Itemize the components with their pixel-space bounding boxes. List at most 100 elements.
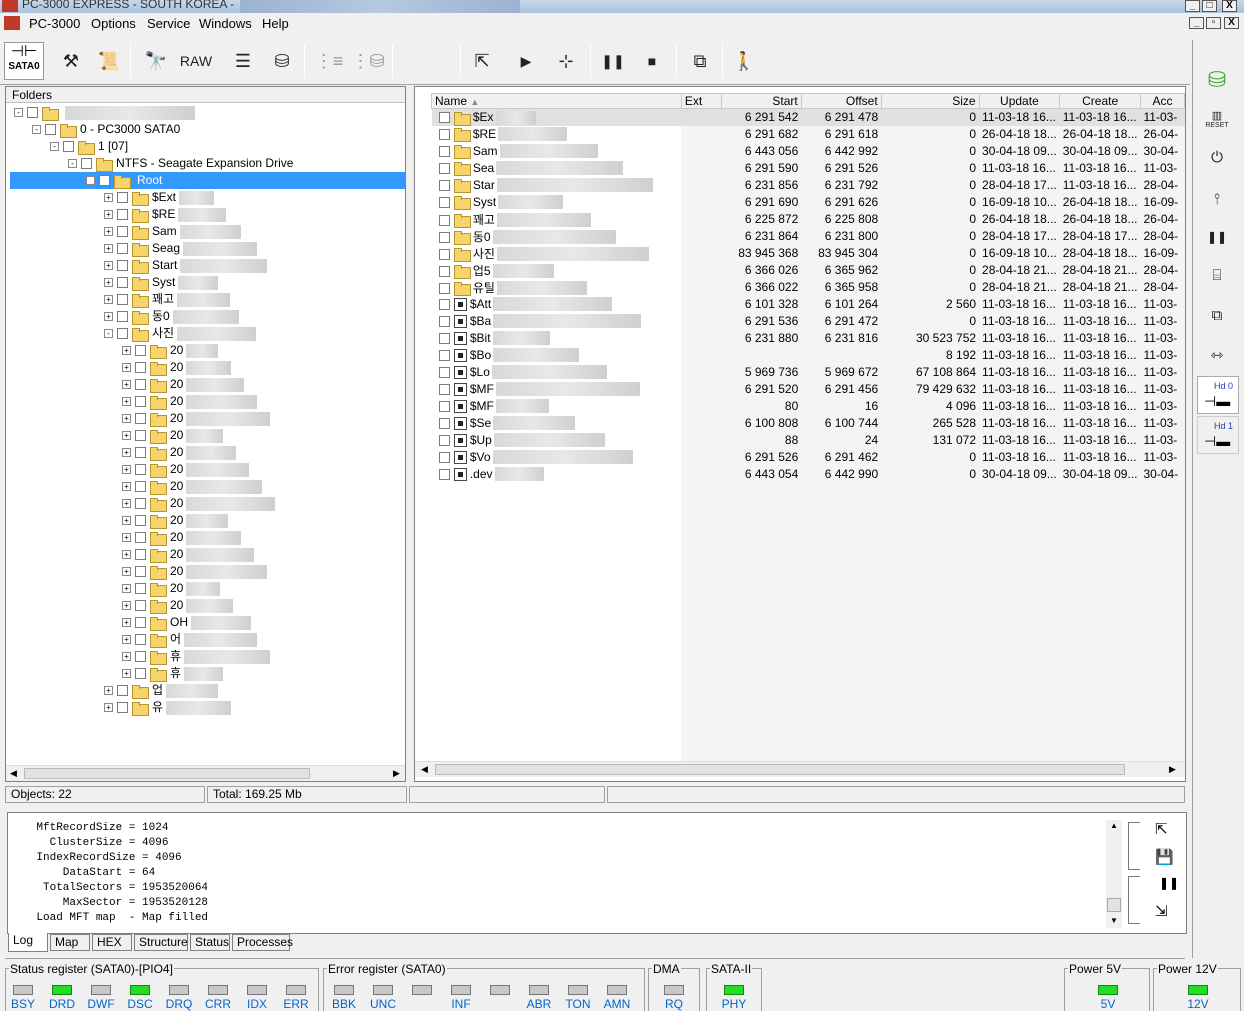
port-button[interactable]: ⊣⊢ SATA0 xyxy=(4,42,44,80)
tree-icon[interactable]: ⋮≡ xyxy=(311,44,347,78)
tab-status[interactable]: Status xyxy=(190,934,230,951)
expand-icon[interactable]: + xyxy=(122,567,131,577)
power-off-icon[interactable]: ⏻ xyxy=(1200,142,1234,172)
pause-icon[interactable]: ❚❚ xyxy=(595,44,631,78)
tree-node[interactable]: - xyxy=(10,104,405,121)
expand-icon[interactable]: + xyxy=(122,397,131,407)
table-row[interactable]: $MF 80 16 4 096 11-03-18 16... 11-03-18 16...… xyxy=(432,398,1185,415)
tree-node[interactable]: +20 xyxy=(10,461,405,478)
col-acc[interactable]: Acc xyxy=(1139,93,1185,109)
tree-checkbox[interactable] xyxy=(117,260,128,272)
menu-service[interactable]: Service xyxy=(147,16,190,31)
table-row[interactable]: $Up 88 24 131 072 11-03-18 16... 11-03-18 16.… xyxy=(432,432,1185,449)
row-checkbox[interactable] xyxy=(438,179,450,191)
expand-icon[interactable]: + xyxy=(122,635,131,645)
tree-checkbox[interactable] xyxy=(135,566,146,578)
table-row[interactable]: 꽤고 6 225 872 6 225 808 0 26-04-18 18... 26-04… xyxy=(432,211,1185,228)
row-checkbox[interactable] xyxy=(438,112,450,124)
tools-icon[interactable]: ⚒ xyxy=(53,44,89,78)
row-checkbox[interactable] xyxy=(438,231,450,243)
tree-checkbox[interactable] xyxy=(135,430,146,442)
tree-checkbox[interactable] xyxy=(135,481,146,493)
table-row[interactable]: .dev 6 443 054 6 442 990 0 30-04-18 09... 30-… xyxy=(432,466,1185,483)
raw-button[interactable]: RAW xyxy=(176,44,216,78)
row-checkbox[interactable] xyxy=(438,417,450,429)
expand-icon[interactable]: + xyxy=(122,380,131,390)
expand-icon[interactable]: + xyxy=(122,431,131,441)
tree-checkbox[interactable] xyxy=(135,532,146,544)
table-row[interactable]: 동0 6 231 864 6 231 800 0 28-04-18 17... 28-04… xyxy=(432,228,1185,245)
tree-checkbox[interactable] xyxy=(135,651,146,663)
tree-checkbox[interactable] xyxy=(135,464,146,476)
table-row[interactable]: Syst 6 291 690 6 291 626 0 16-09-18 10... 26-… xyxy=(432,194,1185,211)
expand-icon[interactable]: + xyxy=(122,363,131,373)
tree-node[interactable]: + $RE xyxy=(10,206,405,223)
app-menu-icon[interactable] xyxy=(4,16,20,30)
child-close-button[interactable]: X xyxy=(1224,17,1239,29)
tree-checkbox[interactable] xyxy=(27,107,38,119)
row-checkbox[interactable] xyxy=(438,315,450,327)
tree-node[interactable]: +20 xyxy=(10,529,405,546)
tree-node[interactable]: + Seag xyxy=(10,240,405,257)
tree-node[interactable]: +20 xyxy=(10,393,405,410)
table-row[interactable]: $RE 6 291 682 6 291 618 0 26-04-18 18... 26-0… xyxy=(432,126,1185,143)
row-checkbox[interactable] xyxy=(438,248,450,260)
tree-checkbox[interactable] xyxy=(135,396,146,408)
expand-icon[interactable]: + xyxy=(104,295,113,305)
scroll-right-icon[interactable]: ▶ xyxy=(1169,764,1176,775)
tree-checkbox[interactable] xyxy=(135,413,146,425)
tree-node[interactable]: - 0 - PC3000 SATA0 xyxy=(10,121,405,138)
menu-pc3000[interactable]: PC-3000 xyxy=(29,16,80,31)
scroll-right-icon[interactable]: ▶ xyxy=(393,768,400,779)
tree-node[interactable]: +20 xyxy=(10,359,405,376)
tree-node[interactable]: + OH xyxy=(10,614,405,631)
row-checkbox[interactable] xyxy=(438,265,450,277)
scroll-thumb[interactable] xyxy=(435,764,1125,775)
col-start[interactable]: Start xyxy=(720,93,802,109)
tree-node[interactable]: +20 xyxy=(10,546,405,563)
tree-node[interactable]: - NTFS - Seagate Expansion Drive xyxy=(10,155,405,172)
expand-icon[interactable]: + xyxy=(104,261,113,271)
pause-icon[interactable]: ❚❚ xyxy=(1200,222,1234,252)
expand-icon[interactable]: + xyxy=(104,244,113,254)
tree-checkbox[interactable] xyxy=(135,617,146,629)
tree-node[interactable]: + $Ext xyxy=(10,189,405,206)
menu-windows[interactable]: Windows xyxy=(199,16,252,31)
expand-icon[interactable]: + xyxy=(104,686,113,696)
table-row[interactable]: $Bit 6 231 880 6 231 816 30 523 752 11-03-18… xyxy=(432,330,1185,347)
expand-icon[interactable]: + xyxy=(122,669,131,679)
cable-icon[interactable]: ⇿ xyxy=(1200,340,1234,370)
stack-icon[interactable]: ☰ xyxy=(225,44,261,78)
tab-hex[interactable]: HEX xyxy=(92,934,132,951)
tree-node[interactable]: - 사진 xyxy=(10,325,405,342)
col-ext[interactable]: Ext xyxy=(680,93,722,109)
tree-node[interactable]: +20 xyxy=(10,427,405,444)
network-icon[interactable]: ⊹ xyxy=(548,44,584,78)
table-row[interactable]: $Ex 6 291 542 6 291 478 0 11-03-18 16... 11-0… xyxy=(431,108,1185,126)
tree-checkbox[interactable] xyxy=(63,141,74,153)
log-export-icon[interactable]: ⇲ xyxy=(1155,902,1168,920)
table-row[interactable]: 사진 83 945 368 83 945 304 0 16-09-18 10... 28-… xyxy=(432,245,1185,262)
expand-icon[interactable]: + xyxy=(122,414,131,424)
row-checkbox[interactable] xyxy=(438,162,450,174)
collapse-icon[interactable]: - xyxy=(86,176,95,186)
col-offset[interactable]: Offset xyxy=(800,93,882,109)
export-icon[interactable]: ⇱ xyxy=(464,44,500,78)
col-update[interactable]: Update xyxy=(978,93,1061,109)
row-checkbox[interactable] xyxy=(438,366,450,378)
tree-node[interactable]: +20 xyxy=(10,563,405,580)
table-row[interactable]: Star 6 231 856 6 231 792 0 28-04-18 17... 11-… xyxy=(432,177,1185,194)
tree-node[interactable]: + Syst xyxy=(10,274,405,291)
tree-node[interactable]: +20 xyxy=(10,580,405,597)
tree-node[interactable]: + 휴 xyxy=(10,648,405,665)
tree-checkbox[interactable] xyxy=(135,447,146,459)
table-row[interactable]: $Vo 6 291 526 6 291 462 0 11-03-18 16... 11-0… xyxy=(432,449,1185,466)
child-restore-button[interactable]: ▫ xyxy=(1206,17,1221,29)
hd0-button[interactable]: Hd 0 ⊣▬ xyxy=(1197,376,1239,414)
tree-checkbox[interactable] xyxy=(117,328,128,340)
scroll-up-icon[interactable]: ▲ xyxy=(1110,821,1118,830)
expand-icon[interactable]: + xyxy=(122,346,131,356)
table-row[interactable]: $Att 6 101 328 6 101 264 2 560 11-03-18 16..… xyxy=(432,296,1185,313)
tree-node[interactable]: - Root xyxy=(10,172,405,189)
row-checkbox[interactable] xyxy=(438,332,450,344)
